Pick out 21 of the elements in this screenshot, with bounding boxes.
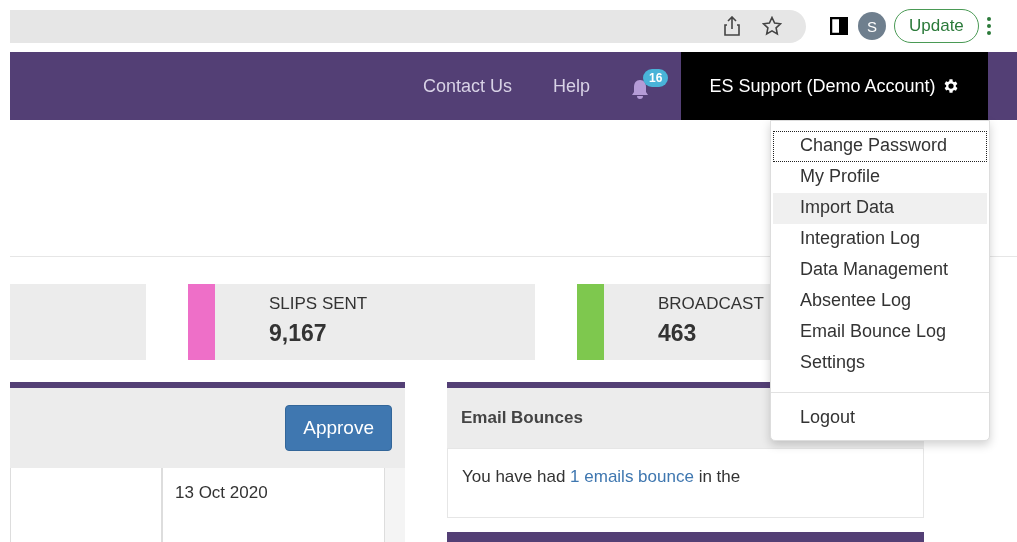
profile-avatar[interactable]: S — [858, 12, 886, 40]
more-icon[interactable] — [986, 17, 991, 35]
approve-button[interactable]: Approve — [285, 405, 392, 451]
nav-link[interactable]: Contact Us — [422, 75, 512, 97]
update-button[interactable]: Update — [894, 9, 979, 43]
stat-value: 9,167 — [269, 320, 328, 347]
bell-icon[interactable] — [631, 79, 649, 99]
share-icon[interactable] — [724, 16, 740, 36]
stat-value: 463 — [658, 320, 698, 347]
star-icon[interactable] — [762, 16, 782, 36]
table-cell: 13 Oct 2020 — [162, 468, 385, 542]
stat-label: SLIPS SENT — [269, 294, 368, 314]
bounce-message: You have had 1 emails bounce in the — [462, 467, 741, 486]
nav-link[interactable]: Help — [552, 75, 590, 97]
side-panel-icon[interactable] — [830, 17, 848, 35]
stat-label: BROADCAST — [658, 294, 764, 314]
notification-badge: 16 — [643, 69, 669, 87]
menu-item[interactable]: Change Password — [773, 131, 987, 162]
menu-item[interactable]: Import Data — [773, 193, 987, 224]
bounce-link[interactable]: 1 emails bounce — [570, 467, 694, 486]
account-menu-button[interactable]: ES Support (Demo Account) — [681, 52, 988, 120]
